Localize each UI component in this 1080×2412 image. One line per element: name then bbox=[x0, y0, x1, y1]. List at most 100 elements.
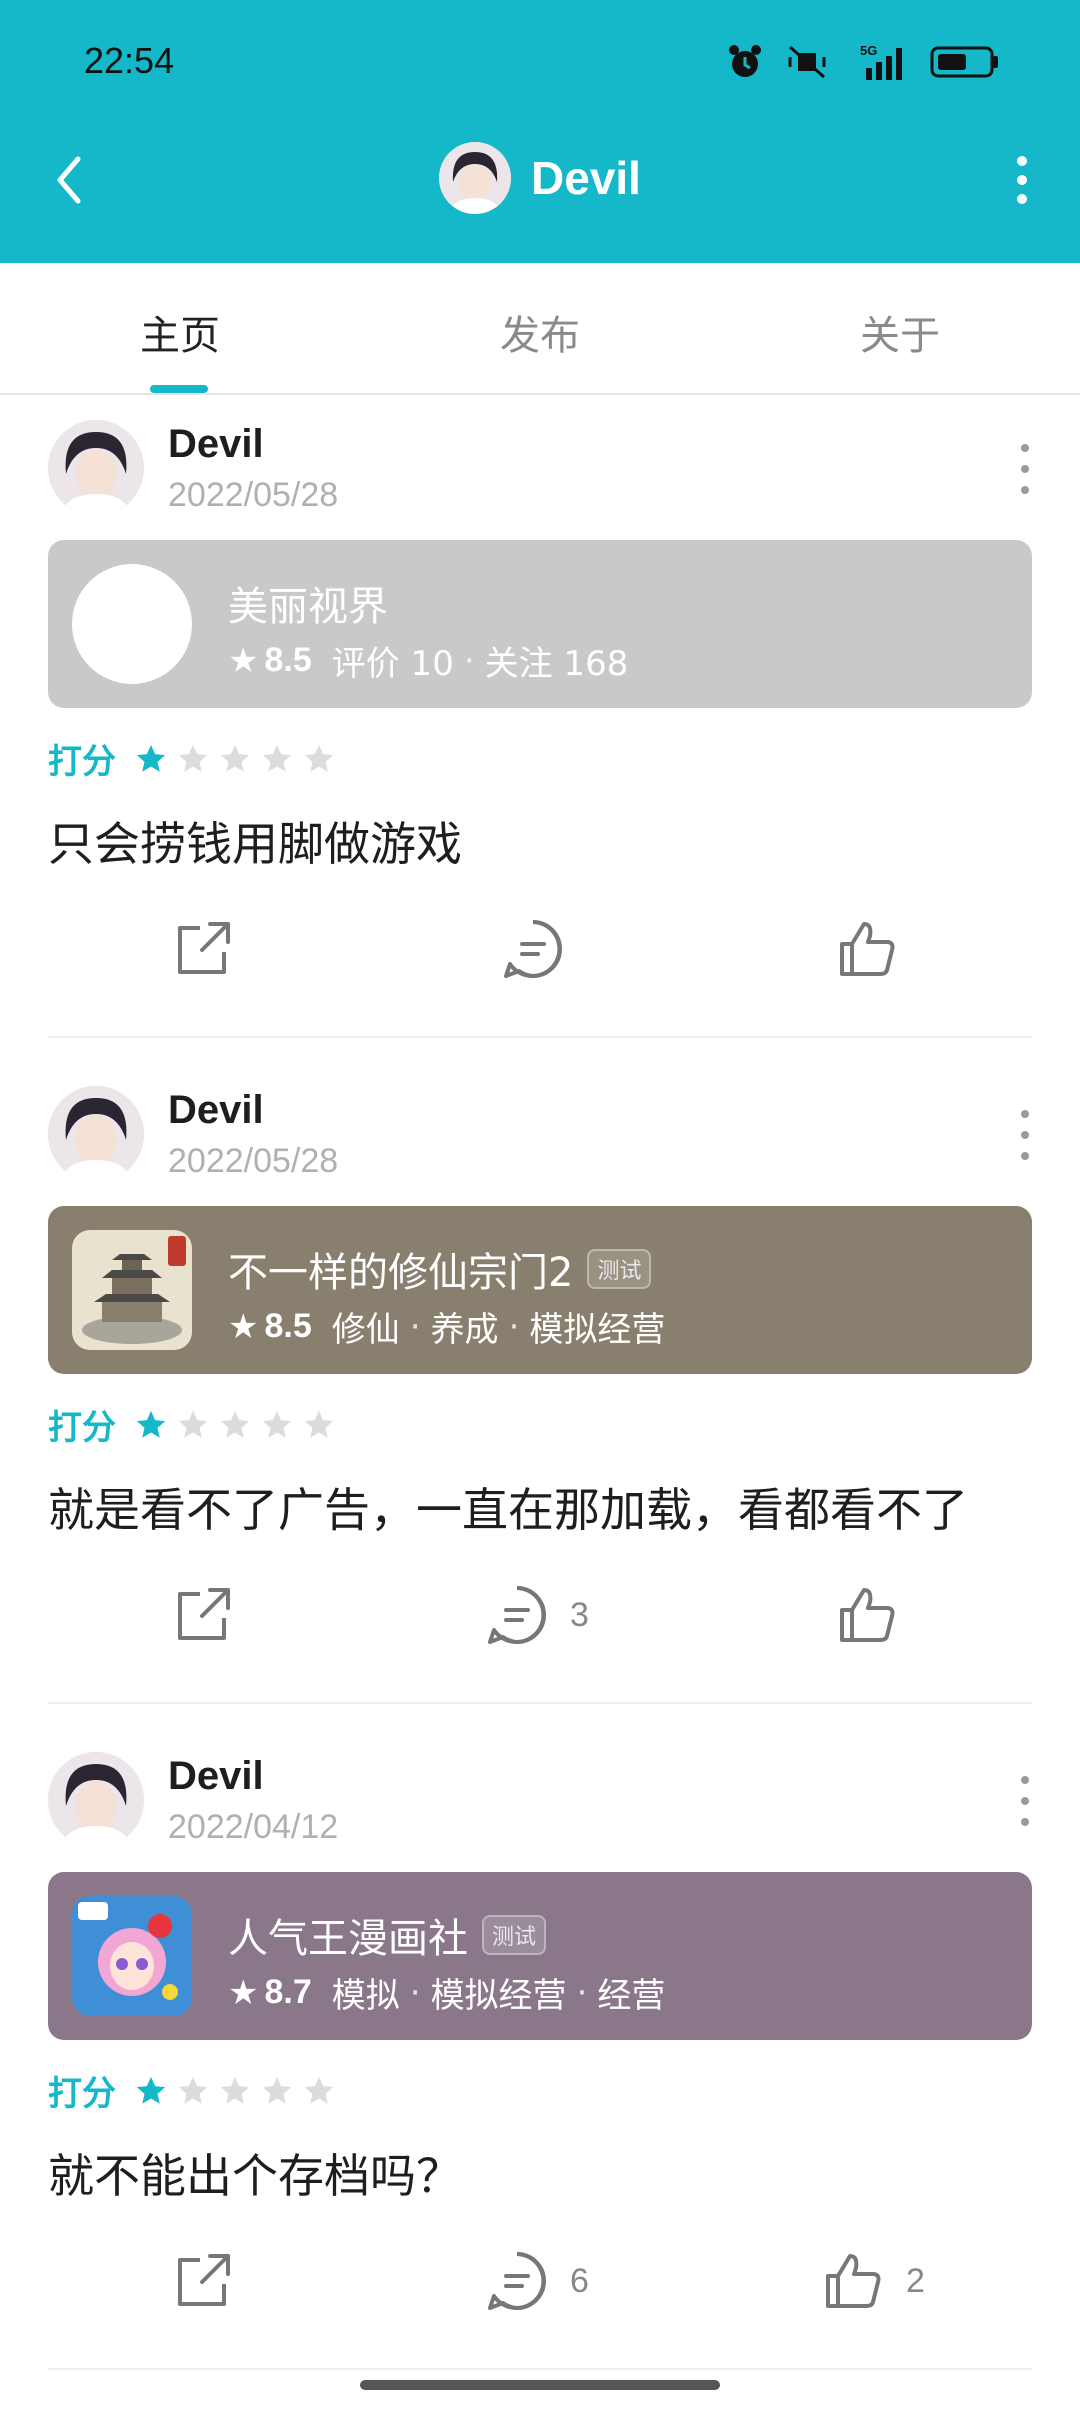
star-icon: ★ bbox=[228, 1306, 259, 1347]
star-empty-icon bbox=[262, 2076, 292, 2104]
post-divider bbox=[48, 1036, 1032, 1038]
star-empty-icon bbox=[304, 2076, 334, 2104]
comment-count: 6 bbox=[570, 2261, 589, 2300]
test-badge: 测试 bbox=[587, 1249, 652, 1289]
post-more-button[interactable] bbox=[1010, 1776, 1040, 1826]
star-empty-icon bbox=[178, 2076, 208, 2104]
more-vertical-icon bbox=[1017, 156, 1027, 166]
post-more-button[interactable] bbox=[1010, 1110, 1040, 1160]
review-post: Devil 2022/05/28 美丽视界 ★ 8.5 评价 10 · 关注 1… bbox=[0, 400, 1080, 1066]
signal-5g-icon: 5G bbox=[860, 43, 902, 80]
share-icon bbox=[178, 2254, 230, 2306]
author-name[interactable]: Devil bbox=[168, 1088, 264, 1133]
thumbs-up-icon bbox=[840, 1588, 895, 1642]
app-tag: 模拟经营 bbox=[529, 1310, 666, 1350]
share-button[interactable] bbox=[170, 2246, 236, 2316]
star-empty-icon bbox=[304, 744, 334, 772]
app-card[interactable]: 美丽视界 ★ 8.5 评价 10 · 关注 168 bbox=[48, 540, 1032, 708]
share-icon bbox=[178, 922, 230, 974]
app-meta: ★ 8.7 模拟 · 模拟经营 · 经营 bbox=[228, 1968, 665, 2017]
status-time: 22:54 bbox=[84, 40, 175, 81]
comment-count: 3 bbox=[570, 1595, 589, 1634]
comment-icon bbox=[488, 2252, 546, 2310]
rating-label: 打分 bbox=[48, 2074, 116, 2114]
nav-title: Devil bbox=[0, 142, 1080, 214]
mute-vibrate-icon bbox=[788, 45, 826, 79]
app-icon bbox=[72, 1230, 192, 1350]
rating-label: 打分 bbox=[48, 1408, 116, 1448]
user-avatar-image bbox=[48, 1086, 144, 1182]
nav-bar: Devil bbox=[0, 140, 1080, 220]
like-button[interactable]: 2 bbox=[820, 2246, 925, 2316]
star-empty-icon bbox=[220, 1410, 250, 1438]
avatar[interactable] bbox=[439, 142, 512, 214]
app-icon bbox=[72, 564, 192, 684]
network-label: 5G bbox=[860, 43, 877, 58]
review-text[interactable]: 只会捞钱用脚做游戏 bbox=[48, 808, 462, 874]
post-divider bbox=[48, 1702, 1032, 1704]
share-button[interactable] bbox=[170, 914, 236, 984]
star-empty-icon bbox=[220, 744, 250, 772]
page-title: Devil bbox=[531, 152, 641, 204]
star-filled-icon bbox=[136, 1410, 166, 1438]
more-vertical-icon bbox=[1021, 1110, 1029, 1118]
tab-home[interactable]: 主页 bbox=[80, 303, 280, 361]
star-empty-icon bbox=[220, 2076, 250, 2104]
share-button[interactable] bbox=[170, 1580, 236, 1650]
like-button[interactable] bbox=[834, 1580, 920, 1650]
status-icons: 5G bbox=[726, 40, 1000, 84]
app-card[interactable]: 人气王漫画社 测试 ★ 8.7 模拟 · 模拟经营 · 经营 bbox=[48, 1872, 1032, 2040]
review-text[interactable]: 就不能出个存档吗？ bbox=[48, 2140, 462, 2206]
app-tag: 养成 bbox=[430, 1310, 499, 1350]
more-options-button[interactable] bbox=[992, 150, 1052, 210]
app-tag: 经营 bbox=[597, 1976, 666, 2016]
app-card[interactable]: 不一样的修仙宗门2 测试 ★ 8.5 修仙 · 养成 · 模拟经营 bbox=[48, 1206, 1032, 1374]
rating-row: 打分 bbox=[48, 734, 336, 783]
avatar[interactable] bbox=[48, 420, 144, 516]
comment-icon bbox=[504, 920, 562, 978]
tab-posts[interactable]: 发布 bbox=[440, 303, 640, 361]
avatar[interactable] bbox=[48, 1752, 144, 1848]
comment-button[interactable] bbox=[500, 914, 586, 984]
app-meta: ★ 8.5 评价 10 · 关注 168 bbox=[228, 636, 628, 685]
thumbs-up-icon bbox=[840, 922, 895, 976]
post-more-button[interactable] bbox=[1010, 444, 1040, 494]
star-filled-icon bbox=[136, 2076, 166, 2104]
review-text[interactable]: 就是看不了广告，一直在那加载，看都看不了 bbox=[48, 1474, 968, 1540]
post-date: 2022/04/12 bbox=[168, 1808, 339, 1846]
author-name[interactable]: Devil bbox=[168, 1754, 264, 1799]
manga-app-icon bbox=[72, 1896, 192, 2016]
app-tag: 模拟 bbox=[331, 1976, 400, 2016]
tab-about[interactable]: 关于 bbox=[800, 303, 1000, 361]
review-post: Devil 2022/05/28 不一样的修仙宗门2 测试 ★ 8.5 修仙 ·… bbox=[0, 1066, 1080, 1732]
author-name[interactable]: Devil bbox=[168, 422, 264, 467]
post-date: 2022/05/28 bbox=[168, 1142, 339, 1180]
share-icon bbox=[178, 1588, 230, 1640]
alarm-icon bbox=[729, 45, 761, 77]
comment-button[interactable]: 3 bbox=[484, 1580, 589, 1650]
like-button[interactable] bbox=[834, 914, 920, 984]
like-count: 2 bbox=[906, 2261, 925, 2300]
user-avatar-image bbox=[48, 1752, 144, 1848]
rating-row: 打分 bbox=[48, 1400, 336, 1449]
star-empty-icon bbox=[262, 744, 292, 772]
star-icon: ★ bbox=[228, 640, 259, 681]
more-vertical-icon bbox=[1021, 444, 1029, 452]
star-empty-icon bbox=[178, 744, 208, 772]
app-score: 8.5 bbox=[264, 641, 312, 679]
user-avatar-image bbox=[439, 142, 512, 214]
app-name: 不一样的修仙宗门2 bbox=[228, 1250, 574, 1296]
thumbs-up-icon bbox=[826, 2254, 881, 2308]
app-name: 人气王漫画社 bbox=[228, 1916, 468, 1962]
app-tag: 模拟经营 bbox=[430, 1976, 567, 2016]
app-header: 22:54 5G Devil bbox=[0, 0, 1080, 263]
home-indicator[interactable] bbox=[360, 2380, 720, 2390]
comment-button[interactable]: 6 bbox=[484, 2246, 589, 2316]
rating-label: 打分 bbox=[48, 742, 116, 782]
test-badge: 测试 bbox=[482, 1915, 547, 1955]
star-icon: ★ bbox=[228, 1972, 259, 2013]
app-tag: 修仙 bbox=[331, 1310, 400, 1350]
star-empty-icon bbox=[262, 1410, 292, 1438]
avatar[interactable] bbox=[48, 1086, 144, 1182]
star-empty-icon bbox=[304, 1410, 334, 1438]
